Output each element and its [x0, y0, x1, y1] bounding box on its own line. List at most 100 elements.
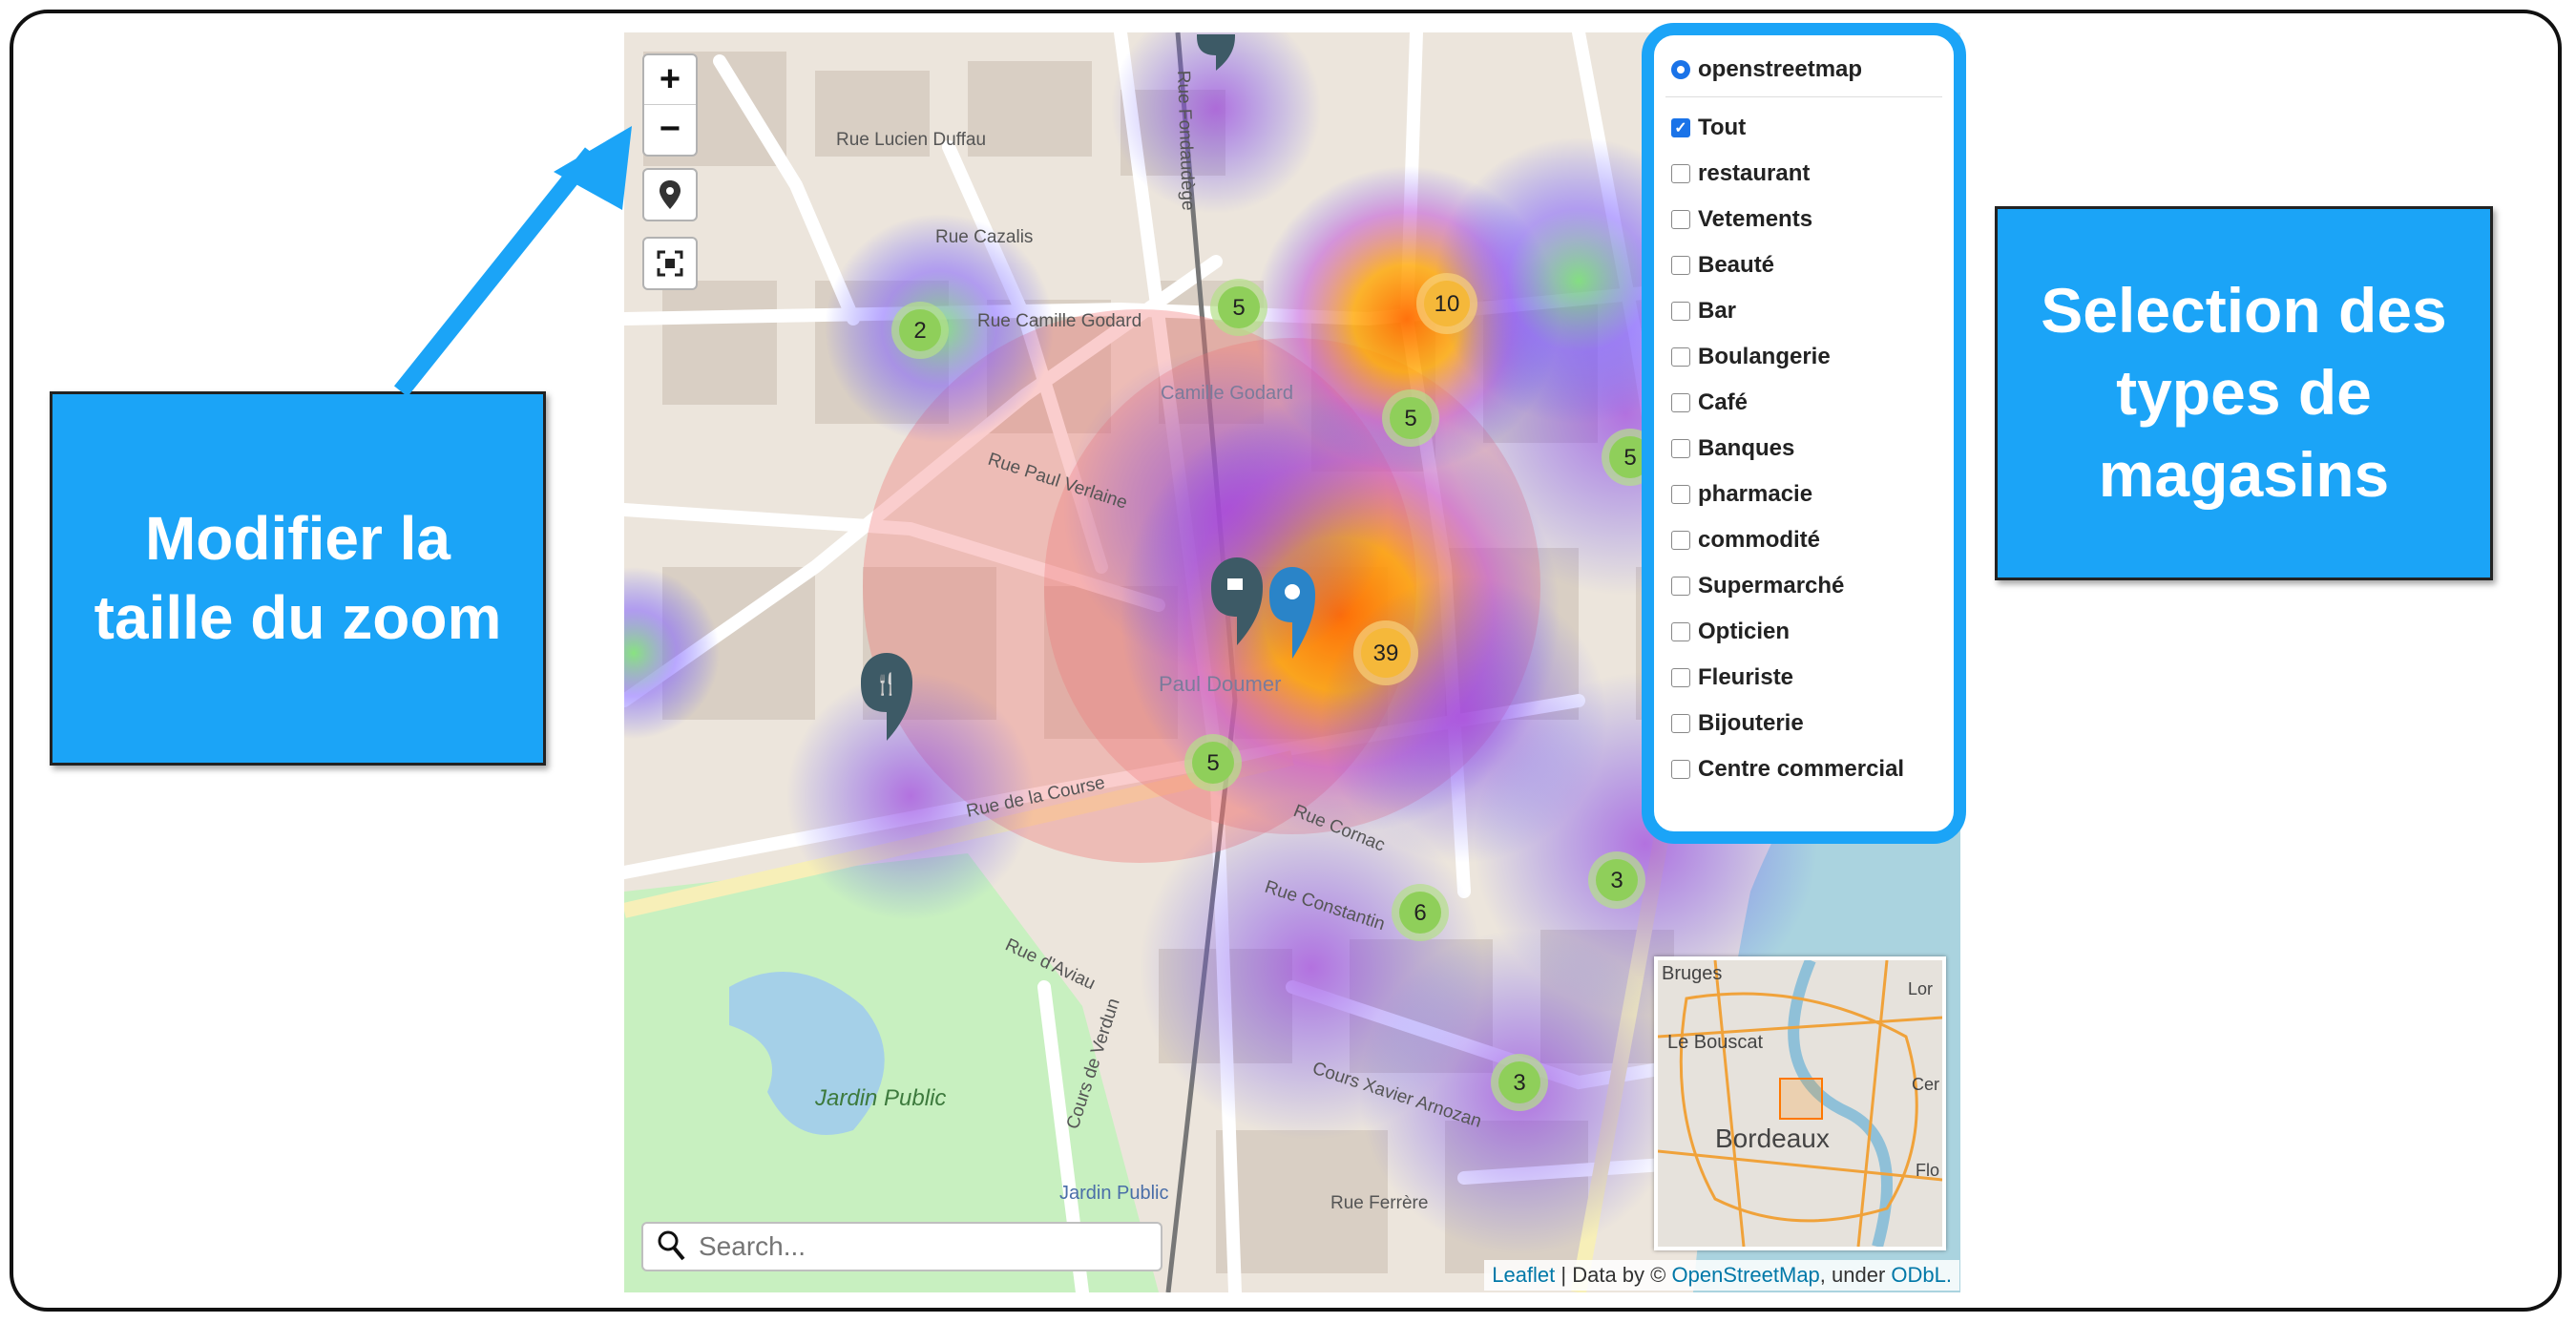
search-icon — [658, 1230, 685, 1261]
layer-option[interactable]: pharmacie — [1665, 472, 1942, 517]
checkbox-icon[interactable] — [1671, 531, 1690, 550]
checkbox-icon[interactable] — [1671, 256, 1690, 275]
map-label-street-12: Rue Ferrère — [1330, 1193, 1428, 1213]
attribution-text: , under — [1819, 1263, 1892, 1287]
cluster-count: 5 — [1623, 445, 1636, 471]
cluster-marker[interactable]: 5 — [1382, 389, 1439, 447]
fullscreen-button[interactable] — [642, 237, 698, 290]
base-layer-option[interactable]: openstreetmap — [1665, 47, 1942, 93]
layer-option-label: restaurant — [1698, 160, 1811, 186]
cluster-count: 10 — [1435, 291, 1460, 317]
layer-option-label: Bar — [1698, 298, 1737, 324]
types-callout: Selection des types de magasins — [1995, 206, 2493, 580]
layer-option[interactable]: Banques — [1665, 426, 1942, 472]
zoom-out-button[interactable]: − — [644, 105, 696, 154]
minimap-label: Cer — [1912, 1075, 1939, 1094]
zoom-in-button[interactable]: + — [644, 55, 696, 105]
search-input[interactable] — [697, 1230, 1120, 1263]
layer-option[interactable]: restaurant — [1665, 151, 1942, 197]
minimap-canvas: Bruges Le Bouscat Lor Cer Flo Bordeaux — [1658, 960, 1942, 1247]
layer-control-panel: openstreetmap ✓ Tout restaurant Vetements Be… — [1642, 23, 1966, 844]
layer-option[interactable]: Opticien — [1665, 609, 1942, 655]
minimap-city-label: Bordeaux — [1715, 1124, 1830, 1153]
minimap[interactable]: Bruges Le Bouscat Lor Cer Flo Bordeaux — [1654, 956, 1946, 1250]
checkbox-icon[interactable] — [1671, 302, 1690, 321]
layer-option[interactable]: Bar — [1665, 288, 1942, 334]
layer-option[interactable]: Beauté — [1665, 242, 1942, 288]
layer-option-label: Vetements — [1698, 206, 1813, 232]
layer-option[interactable]: Café — [1665, 380, 1942, 426]
layer-option[interactable]: commodité — [1665, 517, 1942, 563]
layer-option-label: pharmacie — [1698, 481, 1813, 507]
layer-option[interactable]: Vetements — [1665, 197, 1942, 242]
cluster-marker[interactable]: 5 — [1184, 734, 1242, 791]
layer-option-label: Café — [1698, 389, 1749, 415]
map-label-place-4: Jardin Public — [1059, 1183, 1169, 1204]
callout-arrow-icon — [393, 126, 632, 397]
cluster-marker[interactable]: 2 — [891, 302, 949, 359]
cluster-marker[interactable]: 3 — [1588, 851, 1645, 909]
layer-option[interactable]: Centre commercial — [1665, 746, 1942, 792]
layer-option[interactable]: ✓ Tout — [1665, 105, 1942, 151]
cluster-count: 2 — [913, 318, 926, 344]
openstreetmap-link[interactable]: OpenStreetMap — [1671, 1263, 1819, 1288]
checkbox-icon[interactable] — [1671, 439, 1690, 458]
odbl-link[interactable]: ODbL. — [1891, 1263, 1952, 1288]
checkbox-icon[interactable] — [1671, 347, 1690, 367]
layer-option-label: Fleuriste — [1698, 664, 1794, 690]
layer-option-label: commodité — [1698, 527, 1821, 553]
layer-option[interactable]: Boulangerie — [1665, 334, 1942, 380]
base-layer-label: openstreetmap — [1698, 56, 1863, 82]
checkbox-icon[interactable] — [1671, 164, 1690, 183]
checkbox-icon[interactable] — [1671, 393, 1690, 412]
zoom-control: + − — [642, 53, 698, 157]
location-pin-icon — [660, 180, 681, 209]
cluster-count: 6 — [1414, 900, 1426, 926]
cluster-marker[interactable]: 5 — [1210, 279, 1267, 336]
map-label-place-1: Camille Godard — [1161, 383, 1293, 404]
checkbox-icon[interactable] — [1671, 485, 1690, 504]
cluster-marker[interactable]: 3 — [1491, 1054, 1548, 1111]
layer-option-label: Supermarché — [1698, 573, 1845, 598]
zoom-callout: Modifier la taille du zoom — [50, 391, 546, 766]
checkbox-icon[interactable] — [1671, 622, 1690, 641]
cluster-count: 5 — [1404, 406, 1416, 431]
cluster-marker[interactable]: 6 — [1392, 884, 1449, 941]
minimap-label: Bruges — [1662, 963, 1722, 984]
layer-option-label: Bijouterie — [1698, 710, 1804, 736]
layer-option[interactable]: Bijouterie — [1665, 701, 1942, 746]
leaflet-link[interactable]: Leaflet — [1492, 1263, 1555, 1288]
map-label-street-1: Rue Camille Godard — [977, 311, 1141, 331]
map-attribution: Leaflet | Data by © OpenStreetMap , unde… — [1484, 1260, 1959, 1291]
cluster-count: 5 — [1232, 295, 1245, 321]
zoom-callout-text: Modifier la taille du zoom — [94, 503, 502, 652]
checkbox-icon[interactable] — [1671, 714, 1690, 733]
minimap-label: Le Bouscat — [1667, 1032, 1764, 1053]
cluster-count: 3 — [1513, 1070, 1525, 1096]
checkbox-checked-icon[interactable]: ✓ — [1671, 118, 1690, 137]
minimap-label: Flo — [1916, 1161, 1939, 1180]
checkbox-icon[interactable] — [1671, 210, 1690, 229]
layer-option[interactable]: Fleuriste — [1665, 655, 1942, 701]
cluster-marker[interactable]: 39 — [1353, 620, 1418, 685]
radio-selected-icon[interactable] — [1671, 60, 1690, 79]
svg-text:🍴: 🍴 — [873, 672, 899, 697]
locate-button[interactable] — [642, 168, 698, 221]
checkbox-icon[interactable] — [1671, 760, 1690, 779]
types-callout-text: Selection des types de magasins — [2041, 275, 2447, 510]
checkbox-icon[interactable] — [1671, 577, 1690, 596]
attribution-text: | Data by © — [1555, 1263, 1672, 1287]
search-box[interactable] — [641, 1222, 1162, 1271]
cluster-count: 3 — [1610, 868, 1623, 893]
layer-option-label: Beauté — [1698, 252, 1775, 278]
minimap-viewport[interactable] — [1779, 1078, 1823, 1120]
layer-option-label: Opticien — [1698, 619, 1791, 644]
layer-option-label: Centre commercial — [1698, 756, 1905, 782]
layer-separator — [1665, 96, 1942, 97]
cluster-count: 39 — [1373, 640, 1399, 666]
cluster-marker[interactable]: 10 — [1416, 273, 1477, 334]
checkbox-icon[interactable] — [1671, 668, 1690, 687]
map-label-place-2: Paul Doumer — [1159, 672, 1281, 696]
map-label-street-2: Rue Lucien Duffau — [836, 130, 986, 150]
layer-option[interactable]: Supermarché — [1665, 563, 1942, 609]
